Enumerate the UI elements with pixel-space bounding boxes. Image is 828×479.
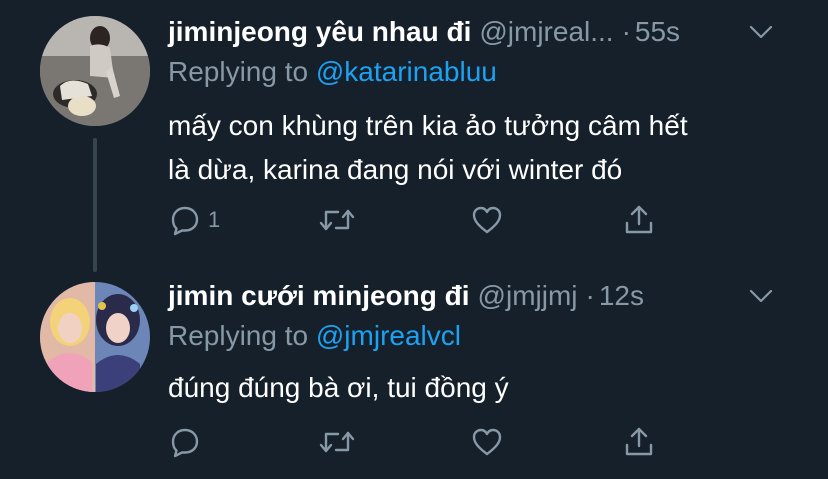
tweet-text-line: mấy con khùng trên kia ảo tưởng câm hết (168, 110, 688, 141)
replying-to-line: Replying to @katarinabluu (168, 54, 497, 90)
replying-to-label: Replying to (168, 320, 309, 351)
separator-dot: · (585, 280, 595, 311)
chevron-down-icon[interactable] (748, 286, 774, 306)
like-button[interactable] (470, 200, 504, 240)
avatar[interactable] (40, 16, 150, 126)
user-handle[interactable]: @jmjreal... (479, 14, 613, 50)
separator-dot: · (621, 16, 631, 47)
retweet-icon (319, 209, 355, 231)
replying-to-line: Replying to @jmjrealvcl (168, 318, 461, 354)
tweet-header: jiminjeong yêu nhau đi @jmjreal... · 55s (168, 14, 812, 50)
reply-button[interactable]: 1 (168, 200, 220, 240)
user-handle[interactable]: @jmjjmj (478, 278, 578, 314)
replying-to-label: Replying to (168, 56, 309, 87)
share-icon (625, 427, 653, 456)
tweet-header: jimin cưới minjeong đi @jmjjmj · 12s (168, 278, 812, 314)
timestamp[interactable]: 55s (635, 14, 680, 50)
timestamp[interactable]: 12s (599, 278, 644, 314)
thread-line (93, 138, 97, 272)
share-button[interactable] (622, 200, 656, 240)
reply-icon (171, 206, 199, 236)
tweet-item[interactable]: jimin cưới minjeong đi @jmjjmj · 12s Rep… (0, 268, 828, 479)
like-icon (472, 428, 502, 456)
retweet-button[interactable] (318, 200, 356, 240)
tweet-item[interactable]: jiminjeong yêu nhau đi @jmjreal... · 55s… (0, 0, 828, 272)
display-name[interactable]: jimin cưới minjeong đi (168, 278, 470, 314)
reply-button[interactable] (168, 422, 202, 462)
tweet-text: đúng đúng bà ơi, tui đồng ý (168, 366, 788, 410)
tweet-text-line: là dừa, karina đang nói với winter đó (168, 154, 623, 185)
tweet-text-line: đúng đúng bà ơi, tui đồng ý (168, 372, 509, 403)
reply-icon (171, 428, 199, 458)
share-button[interactable] (622, 422, 656, 462)
like-button[interactable] (470, 422, 504, 462)
like-icon (472, 206, 502, 234)
replying-to-link[interactable]: @katarinabluu (316, 56, 497, 87)
avatar[interactable] (40, 282, 150, 392)
retweet-button[interactable] (318, 422, 356, 462)
action-bar: 1 (168, 200, 668, 240)
replying-to-link[interactable]: @jmjrealvcl (316, 320, 461, 351)
action-bar (168, 422, 668, 462)
retweet-icon (319, 431, 355, 453)
chevron-down-icon[interactable] (748, 22, 774, 42)
tweet-text: mấy con khùng trên kia ảo tưởng câm hết … (168, 104, 788, 192)
display-name[interactable]: jiminjeong yêu nhau đi (168, 14, 471, 50)
timeline: jiminjeong yêu nhau đi @jmjreal... · 55s… (0, 0, 828, 479)
share-icon (625, 205, 653, 234)
reply-count: 1 (208, 207, 221, 232)
